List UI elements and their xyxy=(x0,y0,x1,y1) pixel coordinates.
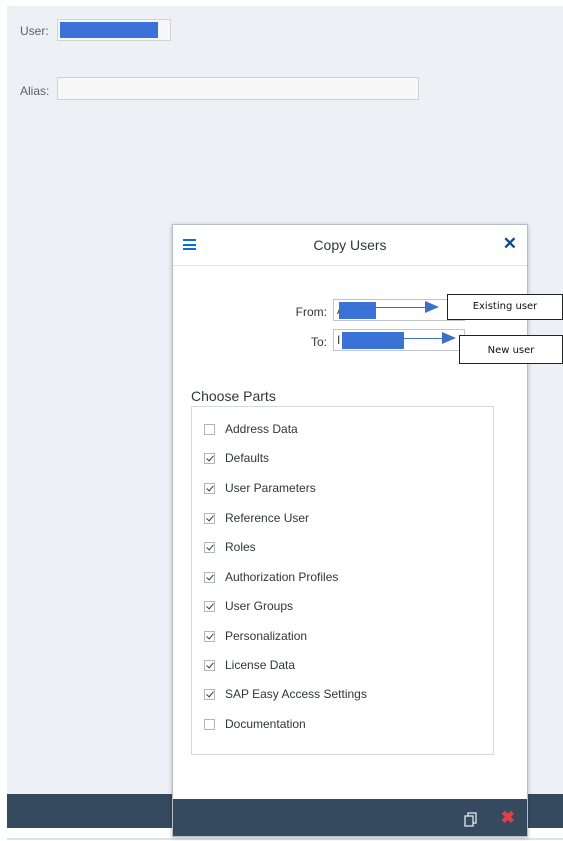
part-user-groups[interactable]: User Groups xyxy=(204,597,293,615)
from-arrow-line xyxy=(357,307,427,308)
choose-parts-title: Choose Parts xyxy=(191,388,276,404)
redacted-to-value xyxy=(342,332,404,349)
alias-label: Alias: xyxy=(20,84,50,98)
checkbox[interactable] xyxy=(204,718,215,730)
from-label: From: xyxy=(295,305,327,319)
checkbox[interactable] xyxy=(204,688,215,700)
part-sap-easy-access-settings[interactable]: SAP Easy Access Settings xyxy=(204,685,367,703)
checkbox[interactable] xyxy=(204,423,215,435)
checkbox[interactable] xyxy=(204,512,215,524)
part-address-data[interactable]: Address Data xyxy=(204,420,298,438)
to-arrow-head xyxy=(442,332,456,344)
to-input-prefix: I xyxy=(337,333,341,347)
checkbox[interactable] xyxy=(204,482,215,494)
from-arrow-head xyxy=(425,301,439,313)
alias-input[interactable] xyxy=(57,77,419,100)
user-input[interactable] xyxy=(57,19,171,41)
part-personalization[interactable]: Personalization xyxy=(204,627,307,645)
checkbox[interactable] xyxy=(204,630,215,642)
part-defaults[interactable]: Defaults xyxy=(204,449,269,467)
from-input[interactable]: A xyxy=(333,299,465,321)
part-label: Roles xyxy=(225,540,256,554)
new-user-callout: New user xyxy=(459,335,563,364)
part-label: License Data xyxy=(225,658,296,672)
dialog-header: Copy Users ✕ xyxy=(173,225,527,266)
part-label: Documentation xyxy=(225,717,306,731)
part-label: SAP Easy Access Settings xyxy=(225,687,367,701)
dialog-title: Copy Users xyxy=(313,237,387,253)
checkbox[interactable] xyxy=(204,571,215,583)
part-license-data[interactable]: License Data xyxy=(204,656,295,674)
part-roles[interactable]: Roles xyxy=(204,538,256,556)
part-label: Address Data xyxy=(225,422,298,436)
part-label: Authorization Profiles xyxy=(225,570,339,584)
existing-user-callout: Existing user xyxy=(447,294,563,320)
close-icon[interactable]: ✕ xyxy=(503,235,517,253)
dialog-footer: ✖ xyxy=(173,799,527,836)
part-user-parameters[interactable]: User Parameters xyxy=(204,479,316,497)
to-label: To: xyxy=(310,335,327,349)
choose-parts-list: Address Data Defaults User Parameters Re… xyxy=(191,406,494,755)
checkbox[interactable] xyxy=(204,659,215,671)
part-label: Defaults xyxy=(225,451,270,465)
part-authorization-profiles[interactable]: Authorization Profiles xyxy=(204,568,338,586)
part-label: Reference User xyxy=(225,511,310,525)
redacted-from-value xyxy=(339,302,376,319)
part-documentation[interactable]: Documentation xyxy=(204,715,306,733)
bottom-divider xyxy=(7,838,563,840)
part-label: User Groups xyxy=(225,599,294,613)
user-label: User: xyxy=(20,24,49,38)
checkbox[interactable] xyxy=(204,541,215,553)
to-arrow-line xyxy=(378,338,444,339)
cancel-icon[interactable]: ✖ xyxy=(501,809,515,827)
part-label: Personalization xyxy=(225,629,308,643)
redacted-user-value xyxy=(60,22,158,38)
part-reference-user[interactable]: Reference User xyxy=(204,509,309,527)
checkbox[interactable] xyxy=(204,600,215,612)
checkbox[interactable] xyxy=(204,452,215,464)
copy-icon[interactable] xyxy=(463,811,479,827)
part-label: User Parameters xyxy=(225,481,316,495)
